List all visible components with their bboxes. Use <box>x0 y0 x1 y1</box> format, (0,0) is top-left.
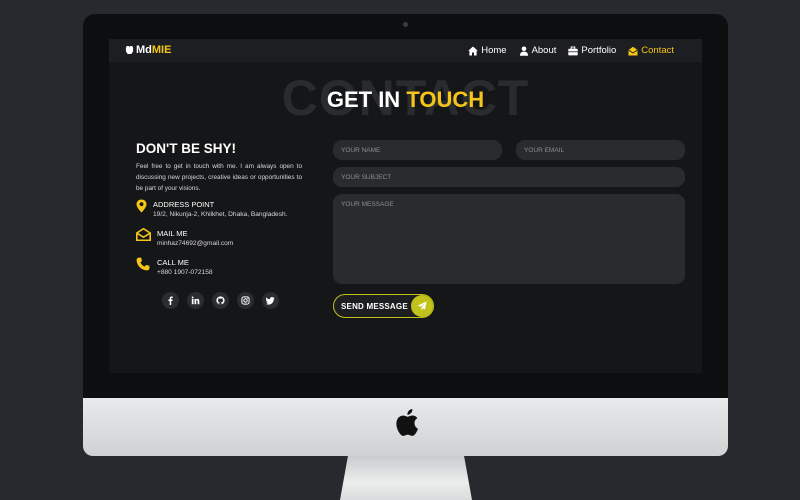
instagram-icon <box>241 296 250 305</box>
nav-about[interactable]: About <box>519 45 557 56</box>
twitter-icon <box>266 297 275 305</box>
screen: Md MIE Home About Portfolio Contact CONTA… <box>109 39 702 373</box>
nav-portfolio-label: Portfolio <box>581 45 617 56</box>
nav-home-label: Home <box>481 45 507 56</box>
nav-contact-label: Contact <box>641 45 674 56</box>
monitor-chin <box>83 398 728 456</box>
monitor-stand <box>340 456 472 500</box>
send-message-label: SEND MESSAGE <box>341 301 408 311</box>
mail-label: MAIL ME <box>157 229 188 238</box>
send-message-button[interactable]: SEND MESSAGE <box>333 294 434 318</box>
envelope-open-icon <box>136 228 151 241</box>
camera <box>403 22 408 27</box>
title-prefix: GET IN <box>326 87 407 112</box>
message-textarea[interactable] <box>333 194 685 284</box>
address-value: 19/2, Nikunja-2, Khilkhet, Dhaka, Bangla… <box>153 211 288 218</box>
subject-input[interactable] <box>333 167 685 187</box>
address-label: ADDRESS POINT <box>153 200 215 209</box>
instagram-link[interactable] <box>237 292 254 309</box>
contact-intro: DON'T BE SHY! Feel free to get in touch … <box>136 141 302 194</box>
nav-portfolio[interactable]: Portfolio <box>568 45 616 56</box>
twitter-link[interactable] <box>262 292 279 309</box>
brand-highlight: MIE <box>151 44 172 56</box>
briefcase-icon <box>568 46 579 55</box>
social-links <box>162 292 279 309</box>
send-icon-circle <box>411 295 433 317</box>
page-title: GET IN TOUCH <box>109 87 702 113</box>
brand-prefix: Md <box>136 44 152 56</box>
github-link[interactable] <box>212 292 229 309</box>
linkedin-icon <box>191 296 200 305</box>
user-icon <box>519 46 528 56</box>
brand-logo[interactable]: Md MIE <box>125 44 171 56</box>
github-icon <box>216 296 225 305</box>
envelope-open-icon <box>628 46 638 55</box>
nav-contact[interactable]: Contact <box>628 45 674 56</box>
call-value[interactable]: +880 1907-072158 <box>157 269 213 276</box>
name-input[interactable] <box>333 140 502 160</box>
apple-logo-icon <box>396 409 418 436</box>
contact-intro-text: Feel free to get in touch with me. I am … <box>136 163 302 192</box>
facebook-icon <box>168 296 173 305</box>
fist-icon <box>125 45 134 55</box>
navbar: Md MIE Home About Portfolio Contact <box>109 39 702 62</box>
nav-links: Home About Portfolio Contact <box>468 39 674 62</box>
linkedin-link[interactable] <box>187 292 204 309</box>
paper-plane-icon <box>417 301 427 311</box>
phone-icon <box>136 257 150 271</box>
call-label: CALL ME <box>157 258 189 267</box>
contact-heading: DON'T BE SHY! <box>136 141 236 156</box>
facebook-link[interactable] <box>162 292 179 309</box>
email-input[interactable] <box>516 140 685 160</box>
title-highlight: TOUCH <box>406 87 485 112</box>
map-marker-icon <box>136 199 147 213</box>
mail-value[interactable]: minhaz74692@gmail.com <box>157 240 233 247</box>
nav-about-label: About <box>531 45 557 56</box>
home-icon <box>468 46 479 55</box>
nav-home[interactable]: Home <box>468 45 507 56</box>
